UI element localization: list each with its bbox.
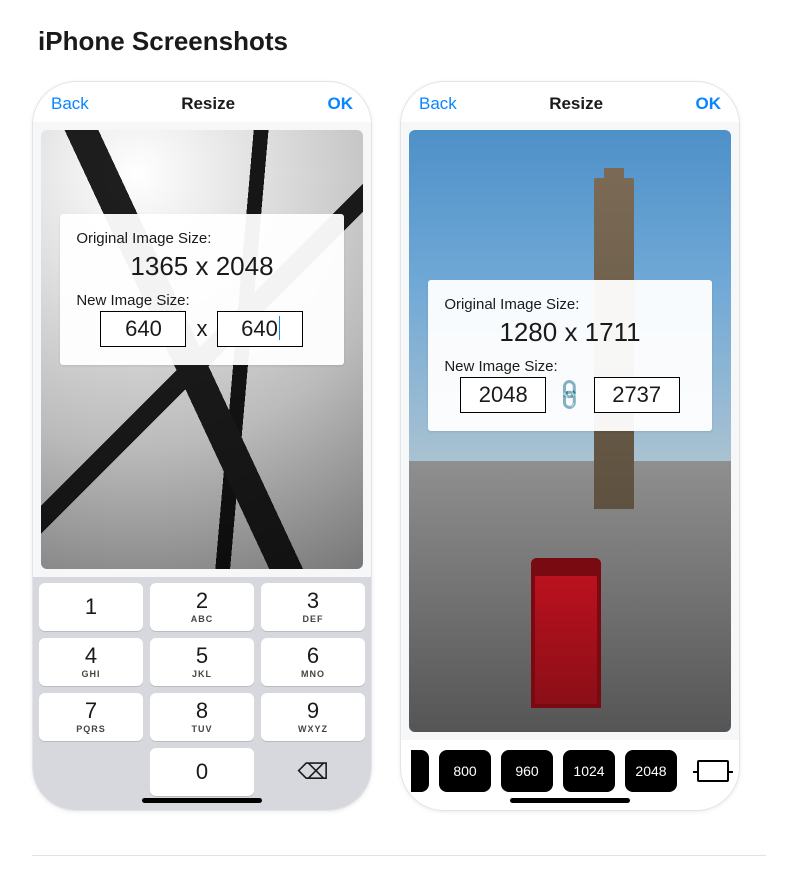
key-blank xyxy=(39,748,143,796)
text-cursor xyxy=(279,316,280,340)
key-5[interactable]: 5 JKL xyxy=(150,638,254,686)
key-number: 4 xyxy=(85,645,97,667)
key-letters: MNO xyxy=(301,669,325,679)
key-8[interactable]: 8 TUV xyxy=(150,693,254,741)
screenshot-gallery: Back Resize OK Original Image Size: 1365… xyxy=(32,81,766,811)
key-letters: JKL xyxy=(192,669,212,679)
key-number: 5 xyxy=(196,645,208,667)
ok-button[interactable]: OK xyxy=(327,94,353,114)
key-number: 3 xyxy=(307,590,319,612)
key-letters: ABC xyxy=(191,614,214,624)
key-9[interactable]: 9 WXYZ xyxy=(261,693,365,741)
ok-button[interactable]: OK xyxy=(695,94,721,114)
resize-panel: Original Image Size: 1280 x 1711 New Ima… xyxy=(428,280,711,431)
key-4[interactable]: 4 GHI xyxy=(39,638,143,686)
original-size-label: Original Image Size: xyxy=(76,230,327,247)
width-input[interactable]: 2048 xyxy=(460,377,546,413)
key-number: 6 xyxy=(307,645,319,667)
key-number: 7 xyxy=(85,700,97,722)
preview-image xyxy=(409,130,731,732)
key-delete[interactable]: ⌫ xyxy=(261,748,365,796)
preset-960[interactable]: 960 xyxy=(501,750,553,792)
phone-mockup-2: Back Resize OK Original Image Size: 1280… xyxy=(400,81,740,811)
new-size-label: New Image Size: xyxy=(76,292,327,309)
nav-title: Resize xyxy=(549,94,603,114)
key-number: 1 xyxy=(85,596,97,618)
key-letters: DEF xyxy=(303,614,324,624)
image-stage: Original Image Size: 1365 x 2048 New Ima… xyxy=(33,122,371,577)
custom-width-icon[interactable] xyxy=(697,760,729,782)
preset-partial[interactable] xyxy=(411,750,429,792)
nav-bar: Back Resize OK xyxy=(401,82,739,122)
new-size-row: 640 x 640 xyxy=(76,311,327,347)
dimension-separator: x xyxy=(196,316,207,342)
key-3[interactable]: 3 DEF xyxy=(261,583,365,631)
key-number: 8 xyxy=(196,700,208,722)
preset-1024[interactable]: 1024 xyxy=(563,750,615,792)
image-stage: Original Image Size: 1280 x 1711 New Ima… xyxy=(401,122,739,740)
nav-bar: Back Resize OK xyxy=(33,82,371,122)
height-input[interactable]: 640 xyxy=(217,311,303,347)
new-size-label: New Image Size: xyxy=(444,358,695,375)
key-0[interactable]: 0 xyxy=(150,748,254,796)
link-aspect-icon[interactable]: 🔗 xyxy=(551,376,589,414)
preset-800[interactable]: 800 xyxy=(439,750,491,792)
key-letters: TUV xyxy=(192,724,213,734)
key-2[interactable]: 2 ABC xyxy=(150,583,254,631)
width-input[interactable]: 640 xyxy=(100,311,186,347)
numeric-keypad: 1 2 ABC 3 DEF 4 GHI 5 JKL 6 MNO 7 PQRS 8 TUV 9 WXYZ 0 ⌫ xyxy=(33,577,371,810)
key-1[interactable]: 1 xyxy=(39,583,143,631)
back-button[interactable]: Back xyxy=(419,94,457,114)
resize-panel: Original Image Size: 1365 x 2048 New Ima… xyxy=(60,214,343,365)
new-size-row: 2048 🔗 2737 xyxy=(444,377,695,413)
section-divider xyxy=(32,855,766,856)
original-size-value: 1365 x 2048 xyxy=(76,251,327,282)
key-letters: WXYZ xyxy=(298,724,328,734)
key-number: 0 xyxy=(196,761,208,783)
key-6[interactable]: 6 MNO xyxy=(261,638,365,686)
preset-2048[interactable]: 2048 xyxy=(625,750,677,792)
key-7[interactable]: 7 PQRS xyxy=(39,693,143,741)
nav-title: Resize xyxy=(181,94,235,114)
back-button[interactable]: Back xyxy=(51,94,89,114)
key-number: 2 xyxy=(196,590,208,612)
key-letters: GHI xyxy=(81,669,100,679)
page-heading: iPhone Screenshots xyxy=(38,26,766,57)
original-size-label: Original Image Size: xyxy=(444,296,695,313)
height-value: 640 xyxy=(241,316,278,341)
home-indicator[interactable] xyxy=(142,798,262,803)
key-letters: PQRS xyxy=(76,724,106,734)
height-input[interactable]: 2737 xyxy=(594,377,680,413)
home-indicator[interactable] xyxy=(510,798,630,803)
phone-mockup-1: Back Resize OK Original Image Size: 1365… xyxy=(32,81,372,811)
original-size-value: 1280 x 1711 xyxy=(444,317,695,348)
key-number: 9 xyxy=(307,700,319,722)
